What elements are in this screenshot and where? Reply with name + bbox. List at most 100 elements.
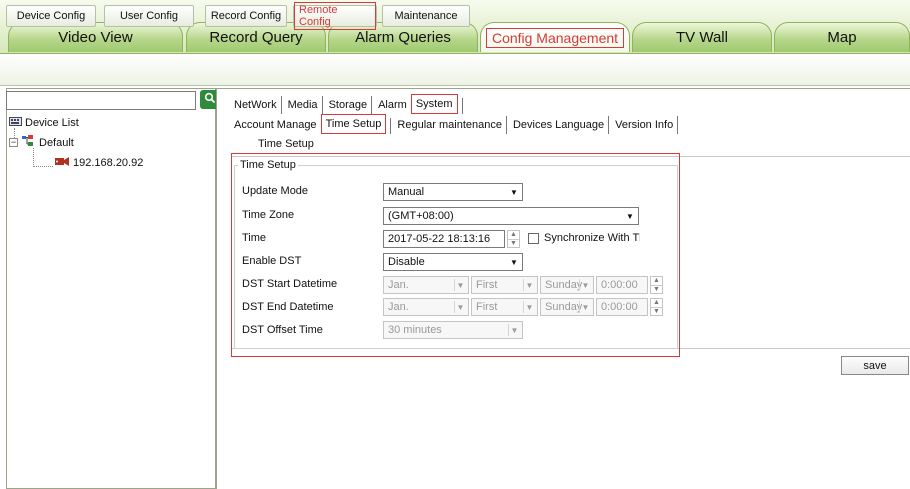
remote-config-button[interactable]: Remote Config [293,2,377,30]
dst-end-spinner[interactable]: ▲ ▼ [650,298,663,316]
dropdown-arrow-icon: ▼ [454,279,466,291]
remote-config-label: Remote Config [294,2,376,30]
enable-dst-label: Enable DST [242,255,302,267]
dropdown-arrow-icon: ▼ [454,301,466,313]
tab-config-management[interactable]: Config Management [480,22,630,52]
tree-label-device: 192.168.20.92 [73,157,144,169]
dst-start-day-select[interactable]: Sunday ▼ [540,276,594,294]
tree-item-device-list[interactable]: Device List [9,117,79,129]
dropdown-arrow-icon: ▼ [626,211,634,221]
dst-end-week: First [476,301,498,313]
spin-down-icon[interactable]: ▼ [508,238,519,248]
tree-item-device[interactable]: 192.168.20.92 [54,156,143,170]
time-input[interactable]: 2017-05-22 18:13:16 [383,230,505,248]
tab-time-setup[interactable]: Time Setup [320,114,387,134]
dst-end-label: DST End Datetime [242,301,334,313]
record-config-button[interactable]: Record Config [205,5,287,27]
device-config-button[interactable]: Device Config [6,5,96,27]
maintenance-button[interactable]: Maintenance [382,5,470,27]
tab-label: Video View [58,29,133,46]
dropdown-arrow-icon: ▼ [508,324,520,336]
dropdown-arrow-icon: ▼ [579,279,591,291]
tab-network[interactable]: NetWork [230,96,282,114]
system-tabs: Account Manage Time Setup Regular mainte… [230,114,680,134]
dropdown-arrow-icon: ▼ [523,301,535,313]
dst-start-label: DST Start Datetime [242,278,338,290]
time-value: 2017-05-22 18:13:16 [388,233,491,245]
tree-label-device-list: Device List [25,117,79,129]
dst-end-time: 0:00:00 [601,301,638,313]
dst-start-week-select[interactable]: First ▼ [471,276,538,294]
sync-checkbox[interactable] [528,233,539,244]
dst-end-time-input[interactable]: 0:00:00 [596,298,648,316]
dst-start-spinner[interactable]: ▲ ▼ [650,276,663,294]
tab-storage[interactable]: Storage [325,96,373,114]
collapse-icon[interactable]: − [9,138,18,147]
dst-start-week: First [476,279,498,291]
time-zone-select[interactable]: (GMT+08:00) ▼ [383,207,639,225]
tab-divider [390,118,392,134]
time-label: Time [242,232,267,244]
dst-start-time: 0:00:00 [601,279,638,291]
dst-start-time-input[interactable]: 0:00:00 [596,276,648,294]
time-zone-value: (GMT+08:00) [388,210,454,222]
device-list-icon [9,117,22,129]
tab-system[interactable]: System [410,94,458,114]
dst-end-day-select[interactable]: Sunday ▼ [540,298,594,316]
page-title: Time Setup [258,138,314,150]
update-mode-select[interactable]: Manual ▼ [383,183,523,201]
user-config-button[interactable]: User Config [104,5,194,27]
tree-label-default: Default [39,136,74,149]
dst-start-month: Jan. [388,279,409,291]
camera-icon [54,156,70,170]
tab-account-manage[interactable]: Account Manage [230,116,321,134]
tree-connector [33,166,53,167]
tab-label: Map [827,29,857,46]
tree-item-default[interactable]: − Default [9,135,74,150]
device-search-input[interactable] [6,91,196,110]
tab-label: Alarm Queries [355,29,451,46]
tab-alarm[interactable]: Alarm [374,96,411,114]
tree-connector [33,148,34,167]
dropdown-arrow-icon: ▼ [510,257,518,267]
dst-end-month: Jan. [388,301,409,313]
tab-divider [461,98,463,114]
enable-dst-value: Disable [388,256,425,268]
dst-offset-label: DST Offset Time [242,324,323,336]
dst-offset-select[interactable]: 30 minutes ▼ [383,321,523,339]
dropdown-arrow-icon: ▼ [579,301,591,313]
spin-down-icon[interactable]: ▼ [651,284,662,294]
dst-end-week-select[interactable]: First ▼ [471,298,538,316]
tab-label: Record Query [209,29,303,46]
dst-offset-value: 30 minutes [388,324,442,336]
dropdown-arrow-icon: ▼ [523,279,535,291]
group-box-top [234,165,678,166]
tab-regular-maintenance[interactable]: Regular maintenance [393,116,507,134]
tab-label: Config Management [485,27,625,48]
dropdown-arrow-icon: ▼ [510,187,518,197]
dst-end-day: Sunday [545,301,583,313]
tab-devices-language[interactable]: Devices Language [509,116,610,134]
sync-label: Synchronize With Th [544,232,640,244]
save-label: save [863,359,887,372]
tab-tv-wall[interactable]: TV Wall [632,22,772,52]
group-title: Time Setup [238,159,298,171]
enable-dst-select[interactable]: Disable ▼ [383,253,523,271]
tab-media[interactable]: Media [284,96,323,114]
spin-up-icon[interactable]: ▲ [508,231,519,239]
config-tabs: NetWork Media Storage Alarm System [230,94,463,114]
spin-up-icon[interactable]: ▲ [651,277,662,285]
save-button[interactable]: save [841,356,909,375]
time-zone-label: Time Zone [242,209,295,221]
record-config-label: Record Config [210,10,282,22]
dst-end-month-select[interactable]: Jan. ▼ [383,298,469,316]
search-icon [204,92,216,107]
spin-up-icon[interactable]: ▲ [651,299,662,307]
spin-down-icon[interactable]: ▼ [651,306,662,316]
time-spinner[interactable]: ▲ ▼ [507,230,520,248]
update-mode-value: Manual [388,186,425,198]
tab-version-info[interactable]: Version Info [611,116,679,134]
tab-map[interactable]: Map [774,22,910,52]
device-config-label: Device Config [16,10,86,22]
dst-start-month-select[interactable]: Jan. ▼ [383,276,469,294]
